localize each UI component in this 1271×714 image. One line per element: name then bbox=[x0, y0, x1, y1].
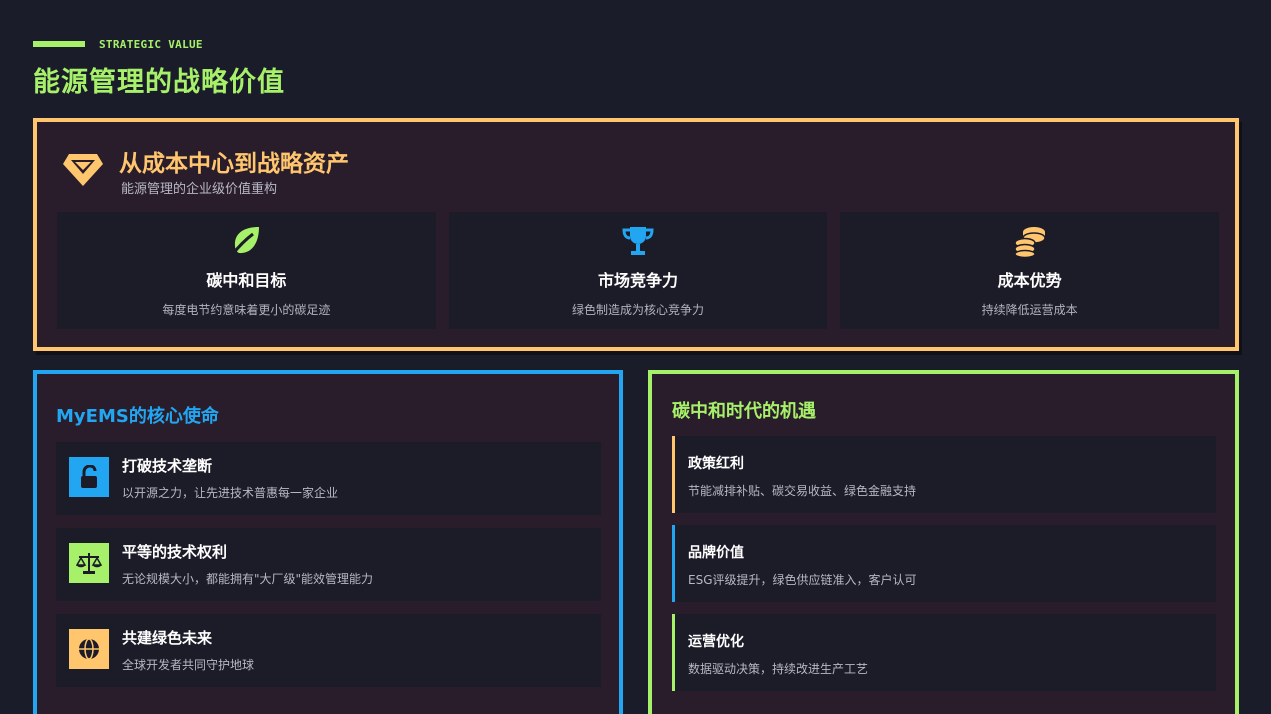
mission-item-desc: 无论规模大小，都能拥有"大厂级"能效管理能力 bbox=[122, 572, 374, 586]
value-card-cost: 成本优势 持续降低运营成本 bbox=[840, 212, 1220, 329]
card-title: 成本优势 bbox=[997, 271, 1062, 290]
leaf-icon bbox=[229, 224, 263, 258]
opportunity-item: 品牌价值 ESG评级提升，绿色供应链准入，客户认可 bbox=[672, 525, 1216, 602]
opportunity-item-desc: 节能减排补贴、碳交易收益、绿色金融支持 bbox=[688, 484, 917, 498]
mission-item-desc: 以开源之力，让先进技术普惠每一家企业 bbox=[122, 486, 339, 500]
strategic-asset-panel: 从成本中心到战略资产 能源管理的企业级价值重构 碳中和目标 每度电节约意味着更小… bbox=[33, 118, 1239, 351]
mission-item: 平等的技术权利 无论规模大小，都能拥有"大厂级"能效管理能力 bbox=[56, 528, 601, 601]
scale-icon bbox=[69, 543, 109, 583]
opportunity-item-title: 政策红利 bbox=[688, 456, 744, 472]
mission-item-title: 平等的技术权利 bbox=[122, 543, 228, 561]
kicker-bar bbox=[33, 41, 85, 47]
hero-title: 从成本中心到战略资产 bbox=[119, 151, 349, 177]
value-cards: 碳中和目标 每度电节约意味着更小的碳足迹 市场竞争力 绿色制造成为核心竞争力 成… bbox=[57, 212, 1220, 329]
card-desc: 绿色制造成为核心竞争力 bbox=[572, 303, 705, 317]
opportunity-panel: 碳中和时代的机遇 政策红利 节能减排补贴、碳交易收益、绿色金融支持 品牌价值 E… bbox=[648, 370, 1239, 714]
unlock-icon bbox=[69, 457, 109, 497]
globe-icon bbox=[69, 629, 109, 669]
opportunity-item: 政策红利 节能减排补贴、碳交易收益、绿色金融支持 bbox=[672, 436, 1216, 513]
opportunity-title: 碳中和时代的机遇 bbox=[672, 401, 816, 422]
value-card-competitiveness: 市场竞争力 绿色制造成为核心竞争力 bbox=[448, 212, 828, 329]
mission-item: 打破技术垄断 以开源之力，让先进技术普惠每一家企业 bbox=[56, 442, 601, 515]
card-title: 碳中和目标 bbox=[206, 271, 287, 290]
value-card-carbon: 碳中和目标 每度电节约意味着更小的碳足迹 bbox=[57, 212, 436, 329]
opportunity-item-desc: ESG评级提升，绿色供应链准入，客户认可 bbox=[688, 573, 917, 587]
page-title: 能源管理的战略价值 bbox=[33, 67, 285, 98]
card-desc: 持续降低运营成本 bbox=[981, 303, 1078, 317]
hero-subtitle: 能源管理的企业级价值重构 bbox=[121, 182, 278, 197]
mission-item-title: 共建绿色未来 bbox=[122, 629, 213, 647]
card-desc: 每度电节约意味着更小的碳足迹 bbox=[162, 303, 331, 317]
mission-panel: MyEMS的核心使命 打破技术垄断 以开源之力，让先进技术普惠每一家企业 平等的… bbox=[33, 370, 623, 714]
trophy-icon bbox=[621, 224, 655, 258]
opportunity-list: 政策红利 节能减排补贴、碳交易收益、绿色金融支持 品牌价值 ESG评级提升，绿色… bbox=[672, 436, 1216, 703]
opportunity-item: 运营优化 数据驱动决策，持续改进生产工艺 bbox=[672, 614, 1216, 691]
mission-item: 共建绿色未来 全球开发者共同守护地球 bbox=[56, 614, 601, 687]
card-title: 市场竞争力 bbox=[598, 271, 679, 290]
mission-item-desc: 全球开发者共同守护地球 bbox=[122, 658, 255, 672]
opportunity-item-title: 运营优化 bbox=[688, 634, 744, 650]
coins-icon bbox=[1013, 224, 1047, 259]
mission-title: MyEMS的核心使命 bbox=[56, 406, 219, 427]
mission-item-title: 打破技术垄断 bbox=[122, 457, 213, 475]
gem-icon bbox=[61, 150, 105, 190]
kicker-label: STRATEGIC VALUE bbox=[99, 38, 203, 51]
opportunity-item-title: 品牌价值 bbox=[688, 545, 744, 561]
mission-list: 打破技术垄断 以开源之力，让先进技术普惠每一家企业 平等的技术权利 无论规模大小… bbox=[56, 442, 601, 700]
opportunity-item-desc: 数据驱动决策，持续改进生产工艺 bbox=[688, 662, 869, 676]
